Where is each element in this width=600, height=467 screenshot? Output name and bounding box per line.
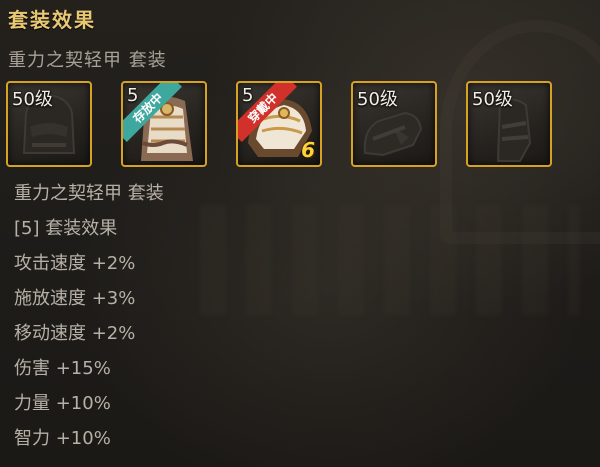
set-effect-section: 重力之契轻甲 套装 [5] 套装效果 攻击速度 +2% 施放速度 +3% 移动速… <box>14 182 164 462</box>
set-effect-tooltip: 套装效果 重力之契轻甲 套装 50级 5 存放中 5 穿戴中 6 50级 50级… <box>0 0 600 467</box>
slot-level: 50级 <box>357 89 398 110</box>
background-decoration <box>200 205 580 315</box>
slot-level: 5 <box>127 85 139 106</box>
effect-set-name: 重力之契轻甲 套装 <box>14 183 164 204</box>
stat-attack-speed: 攻击速度 +2% <box>14 253 136 274</box>
stat-cast-speed: 施放速度 +3% <box>14 288 136 309</box>
equipment-slot-helmet[interactable]: 50级 <box>6 81 92 167</box>
slot-level: 5 <box>242 85 254 106</box>
stat-move-speed: 移动速度 +2% <box>14 323 136 344</box>
stat-intelligence: 智力 +10% <box>14 428 111 449</box>
slot-level: 50级 <box>472 89 513 110</box>
equipment-slot-chest[interactable]: 5 存放中 <box>121 81 207 167</box>
equipment-slot-gauntlet[interactable]: 50级 <box>351 81 437 167</box>
set-name: 重力之契轻甲 套装 <box>8 50 167 71</box>
stat-strength: 力量 +10% <box>14 393 111 414</box>
enhance-level: 6 <box>301 138 315 162</box>
equipment-slot-greave[interactable]: 50级 <box>466 81 552 167</box>
slot-level: 50级 <box>12 89 53 110</box>
stat-damage: 伤害 +15% <box>14 358 111 379</box>
equipment-slot-shoulder[interactable]: 5 穿戴中 6 <box>236 81 322 167</box>
tooltip-title: 套装效果 <box>8 8 96 32</box>
effect-tier: [5] 套装效果 <box>14 218 118 239</box>
